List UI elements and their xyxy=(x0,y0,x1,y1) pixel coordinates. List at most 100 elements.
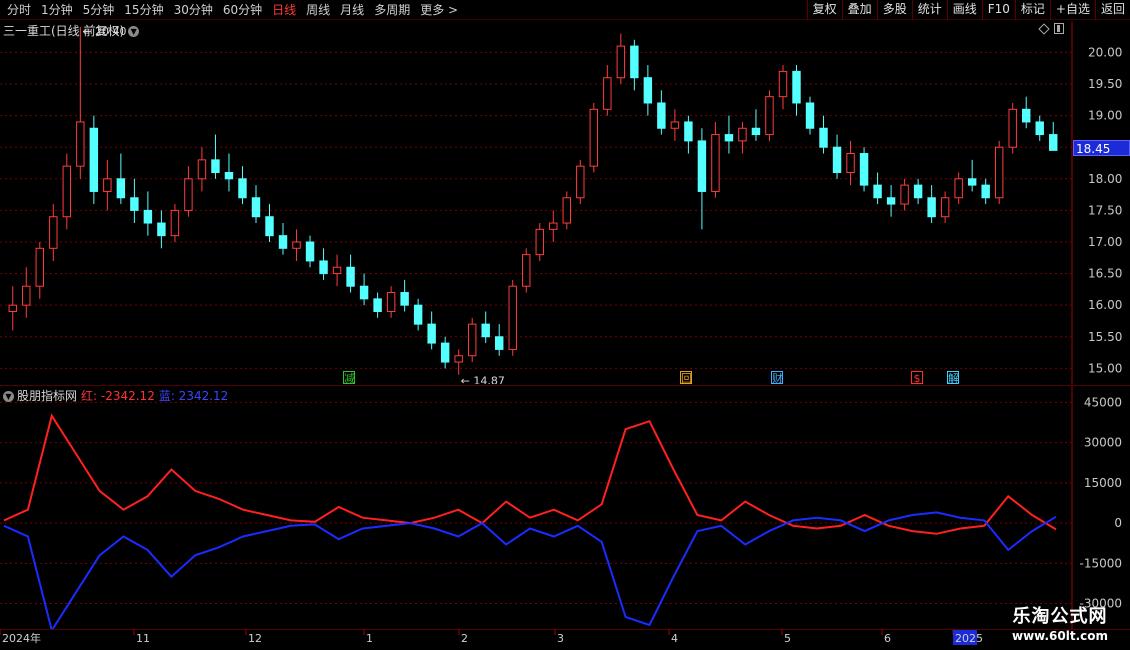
candlestick xyxy=(346,254,355,293)
watermark-name: 乐淘公式网 xyxy=(1012,606,1108,627)
event-marker-3[interactable]: $ xyxy=(911,371,923,385)
date-tick-label: 4 xyxy=(671,632,678,645)
candlestick xyxy=(684,115,693,154)
tab-period-4[interactable]: 30分钟 xyxy=(169,0,218,20)
price-tick-label: 19.50 xyxy=(1088,77,1122,91)
candlestick xyxy=(792,65,801,116)
candlestick xyxy=(184,166,193,217)
candlestick xyxy=(143,191,153,236)
candlestick xyxy=(643,65,653,116)
candlestick xyxy=(8,286,17,331)
tab-period-7[interactable]: 周线 xyxy=(301,0,335,20)
date-tick-label: 12 xyxy=(248,632,262,645)
candlestick xyxy=(170,204,180,242)
candlestick xyxy=(157,210,166,249)
toolbar-button-3[interactable]: 统计 xyxy=(911,0,947,20)
candlestick xyxy=(211,134,220,179)
tab-period-0[interactable]: 分时 xyxy=(2,0,36,20)
price-tick-label: 15.50 xyxy=(1088,330,1122,344)
candlestick xyxy=(251,185,261,224)
candlestick xyxy=(900,178,909,211)
toolbar-button-2[interactable]: 多股 xyxy=(876,0,912,20)
blue-line xyxy=(3,511,1057,629)
tab-period-6[interactable]: 日线 xyxy=(267,0,301,20)
event-marker-0[interactable]: 减 xyxy=(343,371,355,385)
indicator-tick-label: 15000 xyxy=(1084,476,1122,490)
candlestick xyxy=(1008,102,1017,154)
watermark-url: www.60lt.com xyxy=(1011,629,1109,643)
indicator-tick-label: 30000 xyxy=(1084,436,1122,450)
candlestick xyxy=(1035,115,1044,141)
candlestick xyxy=(522,248,531,293)
toolbar: 分时 1分钟 5分钟 15分钟 30分钟 60分钟 日线 周线 月线 多周期 更多 > 复权 叠加 多股… xyxy=(0,0,1130,20)
candlestick xyxy=(846,140,855,186)
tab-period-5[interactable]: 60分钟 xyxy=(218,0,267,20)
price-tick-label: 19.00 xyxy=(1088,109,1122,123)
candlestick xyxy=(549,210,558,242)
toolbar-button-7[interactable]: +自选 xyxy=(1049,0,1095,20)
price-tick-label: 16.50 xyxy=(1088,267,1122,281)
candlestick xyxy=(940,191,950,224)
period-tabs: 分时 1分钟 5分钟 15分钟 30分钟 60分钟 日线 周线 月线 多周期 更多 > xyxy=(2,0,463,20)
candlestick xyxy=(670,109,680,141)
indicator-chart[interactable]: 4500030000150000-15000-30000 xyxy=(0,385,1130,629)
event-marker-4[interactable]: 解 xyxy=(947,371,959,385)
candlestick xyxy=(535,223,544,261)
low-price-label: ← 14.87 xyxy=(461,375,505,384)
candlestick xyxy=(427,311,436,350)
candlestick xyxy=(332,254,342,287)
date-tick-label: 2 xyxy=(461,632,468,645)
date-tick-label: 2024年 xyxy=(2,631,41,645)
candlestick xyxy=(508,279,517,356)
candlestick xyxy=(197,147,207,192)
event-marker-1[interactable]: 回 xyxy=(680,371,692,385)
candlestick xyxy=(319,248,328,280)
candlestick xyxy=(292,229,301,261)
candlestick xyxy=(981,178,990,205)
tab-period-9[interactable]: 多周期 xyxy=(369,0,415,20)
event-marker-2[interactable]: 财 xyxy=(771,371,783,385)
toolbar-button-1[interactable]: 叠加 xyxy=(841,0,877,20)
candlestick xyxy=(1022,96,1031,129)
date-tick-label: 3 xyxy=(557,632,564,645)
toolbar-actions: 复权 叠加 多股 统计 画线 F10 标记 +自选 返回 xyxy=(806,0,1130,20)
candlestick xyxy=(305,235,315,268)
candlestick xyxy=(440,336,450,369)
red-line xyxy=(3,413,1057,535)
candlestick xyxy=(481,311,490,344)
candlestick xyxy=(778,65,788,110)
tab-period-3[interactable]: 15分钟 xyxy=(119,0,168,20)
tab-period-2[interactable]: 5分钟 xyxy=(78,0,120,20)
date-tick-label: 11 xyxy=(136,632,150,645)
high-price-label: ← 20.40 xyxy=(82,25,126,38)
price-tick-label: 20.00 xyxy=(1088,45,1122,59)
candlestick xyxy=(265,204,274,242)
candlestick xyxy=(859,147,869,192)
tab-period-1[interactable]: 1分钟 xyxy=(36,0,78,20)
candlestick xyxy=(765,90,774,141)
candlestick xyxy=(751,109,761,141)
date-tick-label: 1 xyxy=(366,632,373,645)
candlestick xyxy=(62,153,72,230)
candlestick xyxy=(927,185,936,224)
current-price-tag: 18.45 xyxy=(1073,140,1130,156)
candlestick xyxy=(873,172,882,205)
price-tick-label: 18.00 xyxy=(1088,172,1122,186)
candlestick xyxy=(495,324,504,356)
indicator-tick-label: -15000 xyxy=(1079,556,1122,570)
toolbar-button-5[interactable]: F10 xyxy=(981,0,1015,20)
candlestick xyxy=(413,298,423,331)
toolbar-button-8[interactable]: 返回 xyxy=(1094,0,1130,20)
candlestick xyxy=(562,191,571,230)
candlestick xyxy=(373,292,382,318)
candlestick xyxy=(724,115,734,154)
tab-period-10[interactable]: 更多 > xyxy=(415,0,463,20)
candlestick xyxy=(711,121,720,198)
tab-period-8[interactable]: 月线 xyxy=(335,0,369,20)
date-tick-label: 2025 xyxy=(955,632,983,645)
candlestick xyxy=(954,172,963,205)
price-chart[interactable]: 20.0019.5019.0018.5018.0017.5017.0016.50… xyxy=(0,21,1130,384)
toolbar-button-0[interactable]: 复权 xyxy=(806,0,842,20)
toolbar-button-4[interactable]: 画线 xyxy=(946,0,982,20)
toolbar-button-6[interactable]: 标记 xyxy=(1014,0,1050,20)
